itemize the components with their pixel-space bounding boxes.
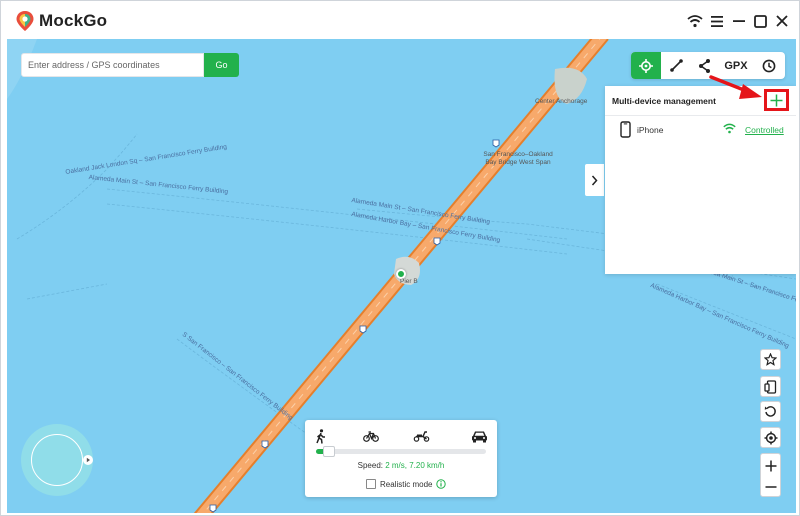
realistic-mode-row: Realistic mode — [366, 478, 447, 490]
car-icon[interactable] — [469, 427, 489, 445]
map-view[interactable]: Oakland Jack London Sq – San Francisco F… — [7, 39, 796, 513]
realistic-mode-checkbox[interactable] — [366, 479, 376, 489]
go-button[interactable]: Go — [204, 53, 239, 77]
device-status-link[interactable]: Controlled — [745, 125, 784, 135]
menu-icon[interactable] — [707, 11, 727, 31]
bicycle-icon[interactable] — [361, 427, 381, 445]
app-title: MockGo — [39, 11, 108, 30]
maximize-icon[interactable] — [750, 11, 770, 31]
multi-device-panel: Multi-device management iPhone Controlle… — [605, 86, 796, 274]
two-spot-route-icon[interactable] — [663, 52, 689, 79]
device-row[interactable]: iPhone Controlled — [605, 118, 796, 142]
close-icon[interactable] — [772, 11, 792, 31]
favorite-star-icon[interactable] — [760, 349, 781, 370]
connection-wifi-icon — [723, 123, 736, 134]
speed-label: Speed: — [357, 461, 386, 470]
teleport-crosshair-icon[interactable] — [631, 52, 661, 79]
device-mirror-icon[interactable] — [760, 376, 781, 397]
panel-divider — [605, 115, 796, 116]
speed-readout: Speed: 2 m/s, 7.20 km/h — [305, 461, 497, 470]
add-device-button[interactable] — [764, 89, 789, 111]
poi-pier: Pier B — [400, 278, 418, 285]
title-bar: MockGo — [1, 1, 799, 39]
zoom-in-icon[interactable] — [761, 455, 780, 476]
play-arrow-icon — [86, 457, 90, 463]
chevron-right-icon — [591, 175, 598, 185]
poi-center-anchorage: Center Anchorage — [535, 98, 588, 105]
minimize-icon[interactable] — [729, 11, 749, 31]
app-logo-icon — [16, 11, 34, 31]
joystick-handle[interactable] — [83, 455, 93, 465]
location-pin[interactable] — [396, 269, 406, 279]
app-window: MockGo Oakland Jack London Sq – San Fran… — [0, 0, 800, 516]
annotation-arrow-icon — [709, 75, 762, 99]
speed-panel: Speed: 2 m/s, 7.20 km/h Realistic mode — [305, 420, 497, 497]
scooter-icon[interactable] — [411, 427, 431, 445]
plus-icon — [770, 94, 783, 106]
reset-rotate-icon[interactable] — [760, 401, 781, 422]
zoom-controls — [760, 453, 781, 497]
panel-title: Multi-device management — [612, 96, 716, 106]
zoom-out-icon[interactable] — [761, 476, 780, 497]
joystick-ring — [31, 434, 83, 486]
walk-icon[interactable] — [311, 427, 331, 445]
speed-slider[interactable] — [316, 446, 486, 457]
speed-value: 2 m/s, 7.20 km/h — [385, 461, 445, 470]
poi-bay-bridge: San Francisco–Oakland Bay Bridge West Sp… — [483, 151, 553, 166]
speed-slider-handle[interactable] — [323, 446, 335, 457]
info-icon[interactable] — [436, 479, 447, 489]
device-name: iPhone — [637, 125, 664, 135]
phone-icon — [620, 121, 631, 138]
realistic-mode-label: Realistic mode — [380, 479, 433, 489]
locate-target-icon[interactable] — [760, 427, 781, 448]
joystick[interactable] — [21, 424, 93, 496]
search-input[interactable] — [21, 53, 204, 77]
wifi-icon[interactable] — [685, 11, 705, 31]
collapse-panel-button[interactable] — [585, 164, 604, 196]
